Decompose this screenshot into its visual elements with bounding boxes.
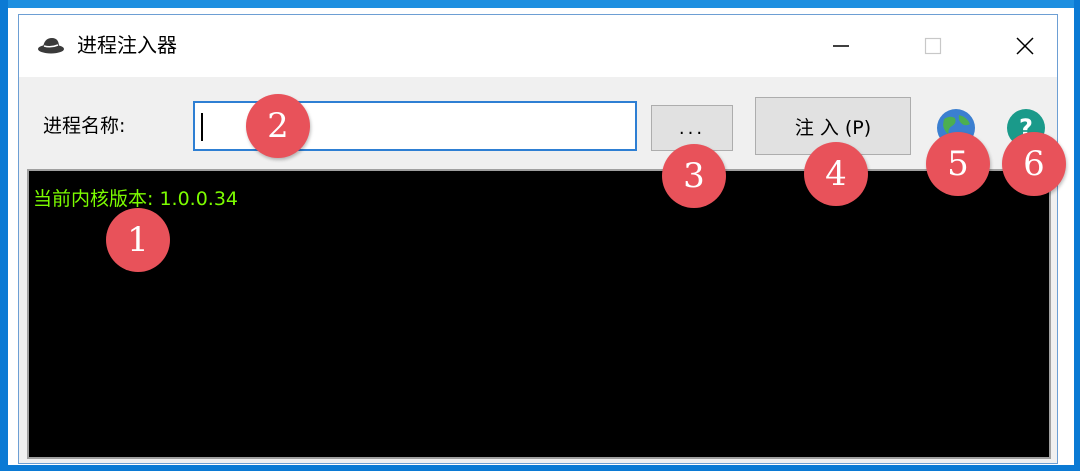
callout-badge-1: 1 [106, 208, 170, 272]
close-button[interactable] [979, 15, 1071, 77]
callout-badge-2: 2 [246, 94, 310, 158]
process-name-label: 进程名称: [43, 115, 126, 137]
minimize-icon [833, 45, 849, 47]
close-icon [1016, 37, 1034, 55]
title-bar[interactable]: 进程注入器 [19, 15, 1057, 77]
toolbar: 进程名称: ... 注 入 (P) ? [19, 77, 1057, 169]
desktop-background [0, 0, 1080, 8]
callout-badge-6: 6 [1002, 132, 1066, 196]
desktop-background-bottom [0, 465, 1080, 471]
callout-badge-3: 3 [662, 144, 726, 208]
window-title: 进程注入器 [77, 33, 177, 57]
desktop-background-left [0, 0, 8, 471]
text-caret [201, 113, 203, 141]
maximize-button[interactable] [887, 15, 979, 77]
process-injector-window: 进程注入器 进程名称: ... 注 入 (P) ? 当前内核版本: 1.0.0.… [18, 14, 1058, 464]
minimize-button[interactable] [795, 15, 887, 77]
maximize-icon [924, 37, 942, 55]
desktop-background-right [1074, 0, 1080, 471]
callout-badge-5: 5 [926, 132, 990, 196]
callout-badge-4: 4 [804, 142, 868, 206]
hat-icon [38, 38, 64, 54]
console-output: 当前内核版本: 1.0.0.34 [27, 169, 1051, 459]
